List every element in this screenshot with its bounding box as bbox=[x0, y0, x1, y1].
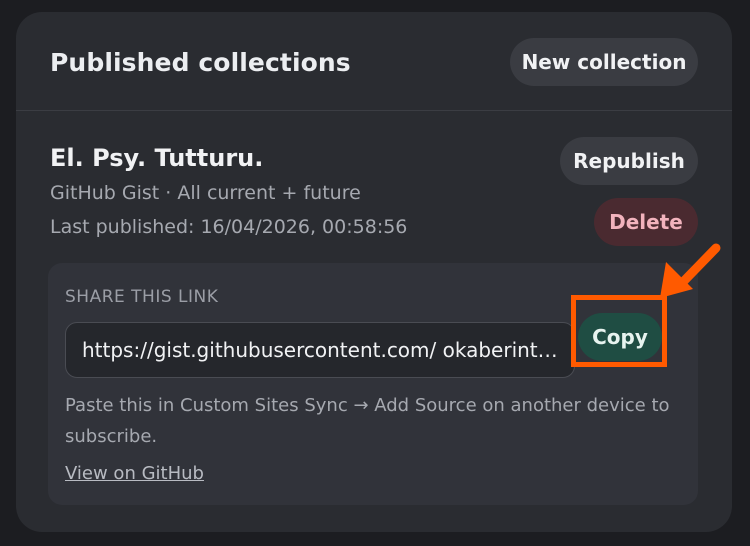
share-label: SHARE THIS LINK bbox=[65, 287, 219, 307]
page-title: Published collections bbox=[50, 48, 351, 77]
collection-source: GitHub Gist · All current + future bbox=[50, 182, 361, 204]
republish-button[interactable]: Republish bbox=[560, 137, 698, 185]
view-on-github-link[interactable]: View on GitHub bbox=[65, 463, 204, 484]
delete-button[interactable]: Delete bbox=[594, 198, 698, 246]
share-url-text: https://gist.githubusercontent.com/ okab… bbox=[82, 338, 558, 362]
collection-name: El. Psy. Tutturu. bbox=[50, 144, 264, 172]
panel-header: Published collections New collection bbox=[16, 12, 732, 111]
last-published: Last published: 16/04/2026, 00:58:56 bbox=[50, 216, 408, 238]
share-url-field[interactable]: https://gist.githubusercontent.com/ okab… bbox=[65, 322, 575, 378]
published-collections-panel: Published collections New collection El.… bbox=[16, 12, 732, 532]
new-collection-button[interactable]: New collection bbox=[510, 38, 698, 86]
copy-button[interactable]: Copy bbox=[578, 313, 662, 361]
share-hint: Paste this in Custom Sites Sync → Add So… bbox=[65, 395, 670, 447]
